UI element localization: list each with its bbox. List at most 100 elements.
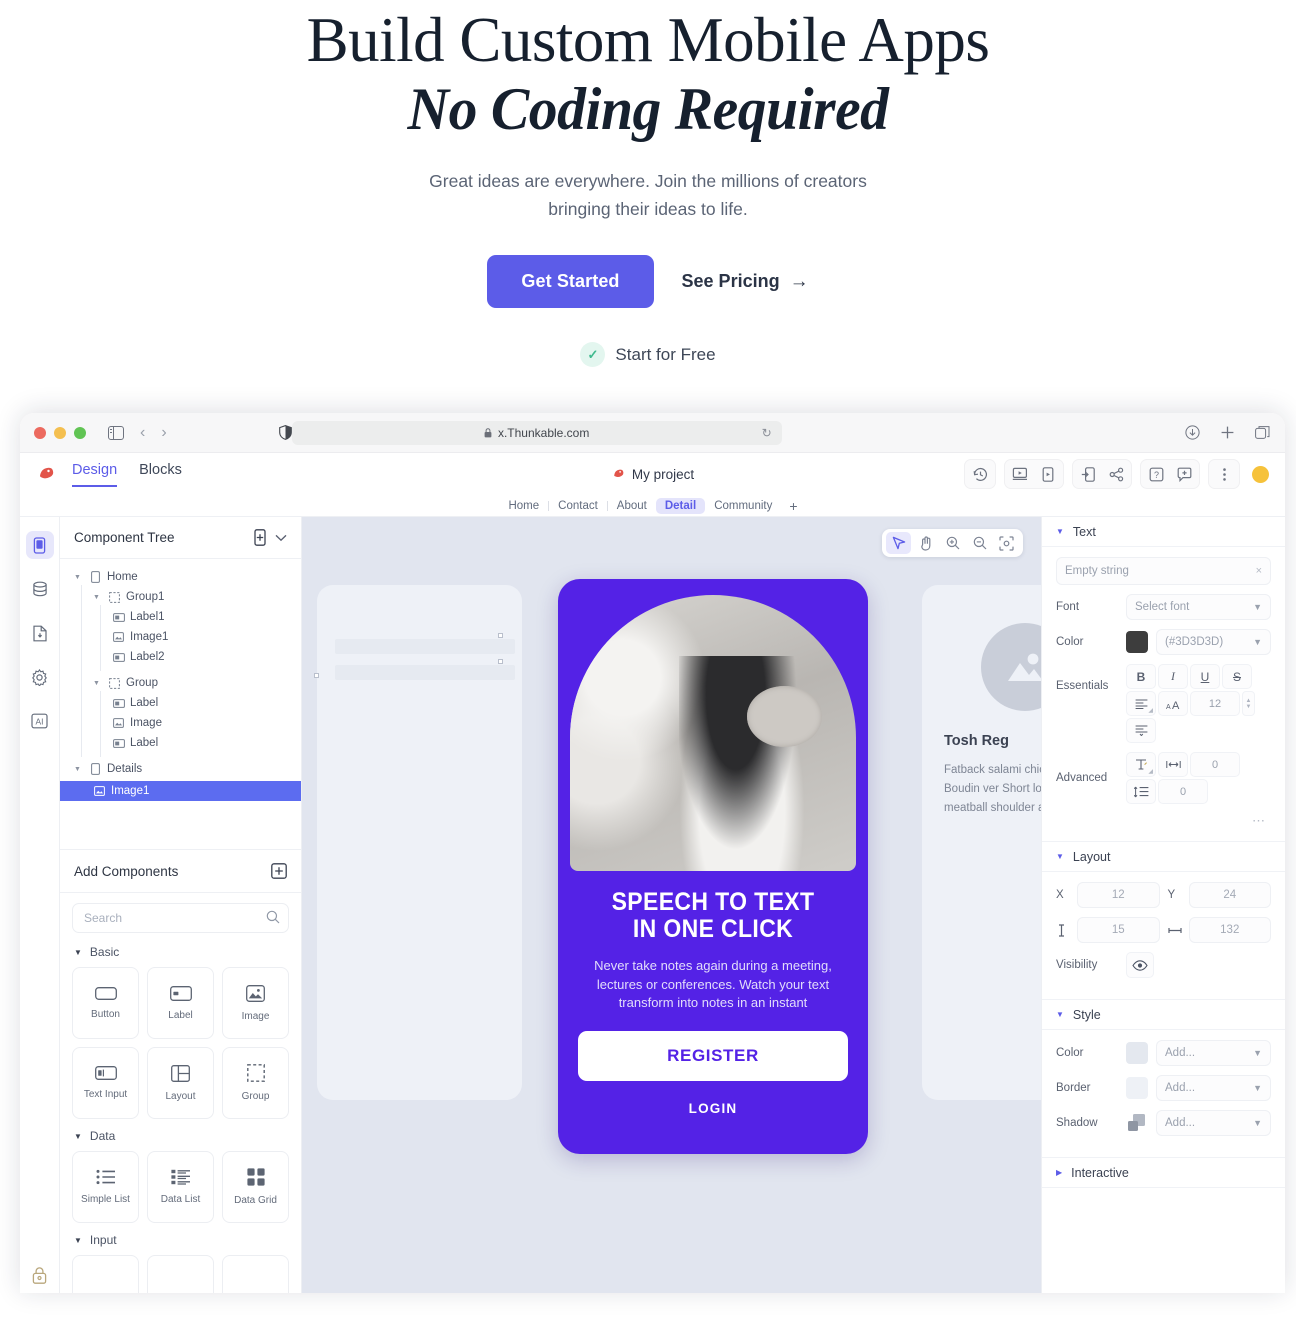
assets-icon[interactable] — [26, 619, 54, 647]
vertical-align-icon[interactable] — [1126, 718, 1156, 744]
screen-tab-community[interactable]: Community — [705, 498, 781, 514]
add-component-icon[interactable] — [271, 863, 287, 880]
eye-icon[interactable] — [1126, 952, 1154, 979]
privacy-shield-icon[interactable] — [278, 425, 292, 441]
design-canvas[interactable]: SPEECH TO TEXT IN ONE CLICK Never take n… — [302, 517, 1041, 1294]
strikethrough-button[interactable]: S — [1222, 664, 1252, 690]
selection-handle[interactable] — [498, 633, 503, 639]
select-tool-icon[interactable] — [886, 532, 911, 555]
share-icon[interactable] — [1104, 463, 1128, 485]
y-input[interactable]: 24 — [1188, 882, 1271, 909]
avatar[interactable] — [1252, 465, 1269, 483]
palette-item-data-list[interactable]: Data List — [147, 1151, 214, 1224]
screen-tab-detail[interactable]: Detail — [655, 497, 706, 514]
version-history-icon[interactable] — [968, 463, 992, 485]
pan-hand-icon[interactable] — [913, 532, 938, 554]
more-menu-icon[interactable] — [1212, 463, 1236, 485]
tree-node-image[interactable]: Image — [60, 713, 301, 733]
add-screen-icon[interactable] — [253, 529, 267, 547]
canvas-screen-card-detail[interactable]: Tosh Reg Fatback salami chick bresaola. … — [922, 585, 1041, 1101]
palette-item-input-3[interactable] — [222, 1255, 289, 1294]
tree-node-group[interactable]: ▼ Group — [60, 673, 301, 693]
tree-node-label1[interactable]: Label1 — [60, 607, 301, 627]
style-shadow-field[interactable]: Add... ▼ — [1156, 1110, 1271, 1137]
italic-button[interactable]: I — [1158, 664, 1188, 690]
selection-handle[interactable] — [314, 673, 319, 679]
plus-icon[interactable] — [1220, 425, 1235, 440]
preview-web-icon[interactable] — [1008, 463, 1032, 485]
selection-handle[interactable] — [498, 659, 503, 665]
lock-icon[interactable] — [31, 1266, 48, 1285]
settings-gear-icon[interactable] — [26, 663, 54, 691]
bold-button[interactable]: B — [1126, 664, 1156, 690]
section-style-header[interactable]: ▼ Style — [1042, 1000, 1285, 1031]
letter-spacing-value[interactable]: 0 — [1190, 752, 1240, 778]
search-input[interactable] — [72, 903, 289, 934]
forward-button[interactable]: › — [161, 424, 166, 442]
clear-icon[interactable]: × — [1256, 565, 1262, 577]
chevron-down-icon[interactable] — [275, 534, 287, 542]
palette-item-data-grid[interactable]: Data Grid — [222, 1151, 289, 1224]
palette-item-layout[interactable]: Layout — [147, 1047, 214, 1120]
height-input[interactable]: 15 — [1077, 917, 1160, 944]
tab-design[interactable]: Design — [72, 462, 118, 487]
palette-item-text-input[interactable]: Text Input — [72, 1047, 139, 1120]
palette-item-input-1[interactable] — [72, 1255, 139, 1294]
palette-item-group[interactable]: Group — [222, 1047, 289, 1120]
palette-item-button[interactable]: Button — [72, 967, 139, 1040]
fit-to-screen-icon[interactable] — [994, 532, 1019, 554]
back-button[interactable]: ‹ — [140, 424, 145, 442]
minimize-window-button[interactable] — [54, 426, 66, 439]
screens-icon[interactable] — [25, 531, 54, 560]
font-select[interactable]: Select font ▼ — [1126, 594, 1271, 621]
palette-item-label[interactable]: Label — [147, 967, 214, 1040]
screen-tab-home[interactable]: Home — [499, 498, 548, 514]
style-color-field[interactable]: Add... ▼ — [1156, 1040, 1271, 1067]
screen-tab-about[interactable]: About — [608, 498, 656, 514]
sidebar-toggle-icon[interactable] — [108, 425, 124, 440]
style-border-swatch[interactable] — [1126, 1077, 1148, 1100]
get-started-button[interactable]: Get Started — [487, 255, 654, 309]
install-app-icon[interactable] — [1076, 463, 1100, 485]
underline-button[interactable]: U — [1190, 664, 1220, 690]
more-options-icon[interactable]: ⋯ — [1056, 813, 1271, 829]
palette-item-simple-list[interactable]: Simple List — [72, 1151, 139, 1224]
tree-node-group1[interactable]: ▼ Group1 — [60, 587, 301, 607]
reload-icon[interactable]: ↻ — [762, 426, 772, 440]
palette-item-input-2[interactable] — [147, 1255, 214, 1294]
tree-node-image1[interactable]: Image1 — [60, 627, 301, 647]
preview-mobile-icon[interactable] — [1036, 463, 1060, 485]
search-icon[interactable] — [266, 910, 280, 924]
close-window-button[interactable] — [34, 426, 46, 439]
tree-node-details-image1[interactable]: Image1 — [60, 781, 301, 802]
add-screen-button[interactable]: + — [781, 498, 805, 514]
address-bar[interactable]: x.Thunkable.com ↻ — [291, 420, 782, 445]
style-border-field[interactable]: Add... ▼ — [1156, 1075, 1271, 1102]
section-layout-header[interactable]: ▼ Layout — [1042, 842, 1285, 873]
style-shadow-swatch[interactable] — [1126, 1112, 1148, 1134]
color-swatch[interactable] — [1126, 631, 1148, 654]
text-align-icon[interactable]: ◢ — [1126, 691, 1156, 717]
tree-node-home[interactable]: ▼ Home — [60, 567, 301, 587]
text-value-field[interactable]: Empty string × — [1056, 557, 1271, 586]
ai-icon[interactable]: AI — [26, 707, 54, 735]
width-input[interactable]: 132 — [1188, 917, 1271, 944]
font-size-value[interactable]: 12 — [1190, 691, 1240, 717]
data-sources-icon[interactable] — [26, 575, 54, 603]
canvas-screen-card-ghost[interactable] — [314, 585, 522, 1101]
tree-node-label-b[interactable]: Label — [60, 733, 301, 753]
palette-item-image[interactable]: Image — [222, 967, 289, 1040]
thunkable-logo-icon[interactable] — [36, 464, 56, 484]
feedback-icon[interactable] — [1172, 463, 1196, 485]
line-height-value[interactable]: 0 — [1158, 779, 1208, 805]
color-value-field[interactable]: (#3D3D3D) ▼ — [1156, 629, 1271, 656]
palette-group-input[interactable]: ▼ Input — [74, 1233, 289, 1247]
section-interactive-header[interactable]: ▶ Interactive — [1042, 1158, 1285, 1189]
zoom-out-icon[interactable] — [967, 532, 992, 554]
traffic-lights[interactable] — [34, 426, 86, 439]
screen-tab-contact[interactable]: Contact — [549, 498, 607, 514]
tab-blocks[interactable]: Blocks — [139, 462, 182, 487]
tree-node-label-a[interactable]: Label — [60, 693, 301, 713]
phone-login-link[interactable]: LOGIN — [558, 1101, 868, 1116]
x-input[interactable]: 12 — [1077, 882, 1160, 909]
